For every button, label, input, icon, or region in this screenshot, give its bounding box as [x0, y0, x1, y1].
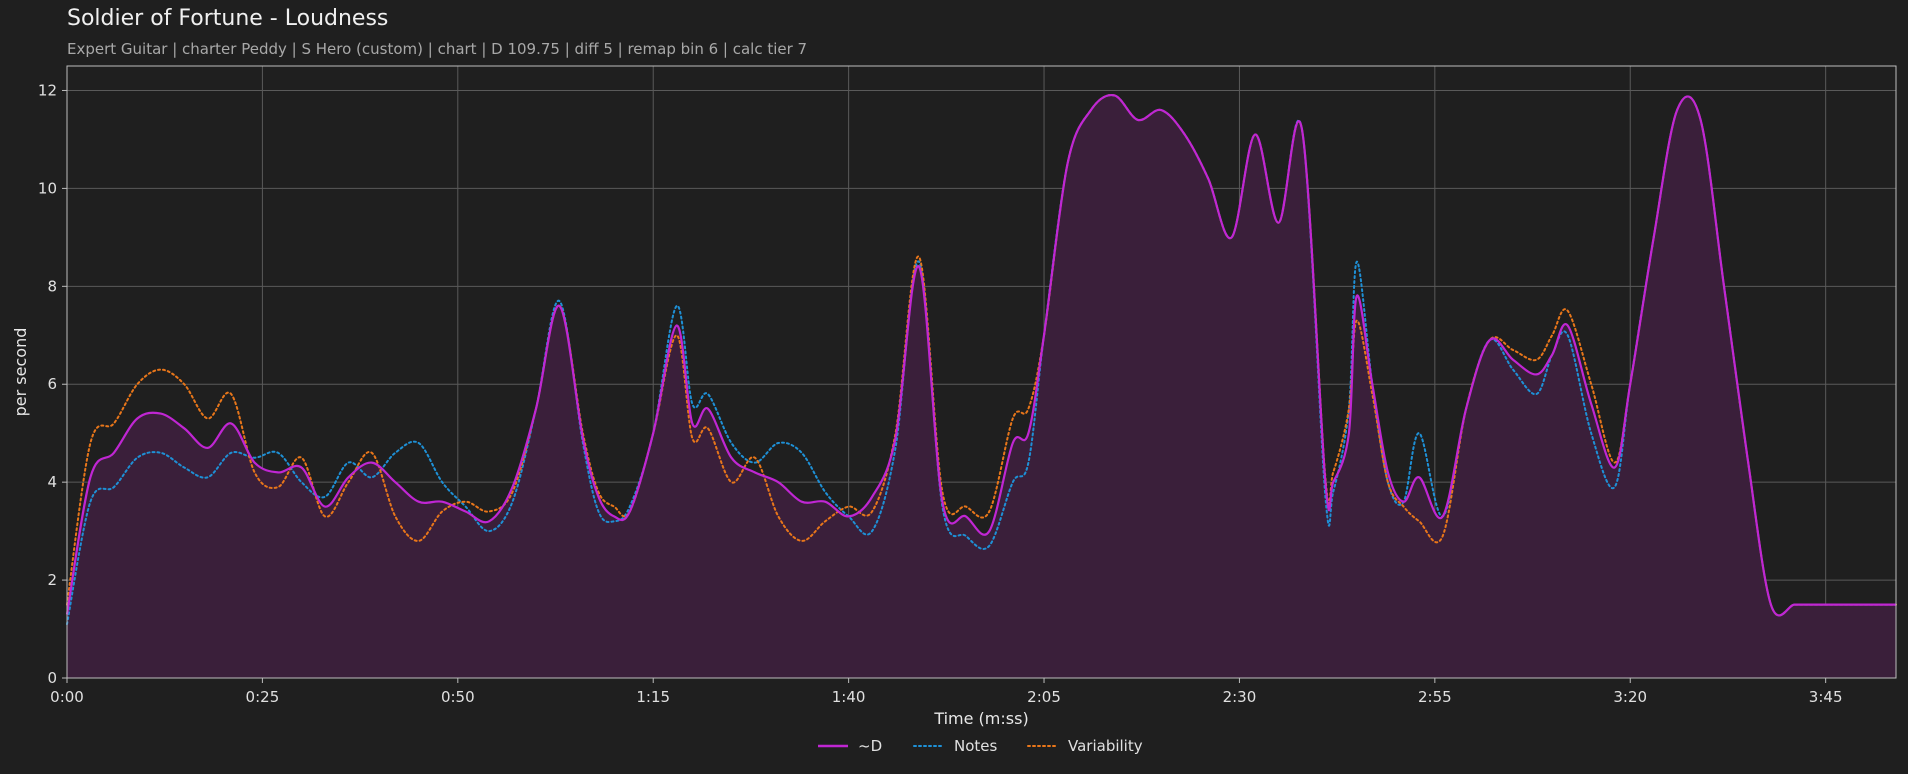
legend-label-2: Variability: [1068, 737, 1143, 755]
x-axis-label: Time (m:ss): [933, 709, 1028, 728]
x-tick-label: 0:00: [50, 688, 84, 706]
area-fill-layer: [67, 95, 1896, 678]
x-tick-label: 0:50: [441, 688, 475, 706]
y-tick-label: 6: [47, 375, 57, 393]
x-tick-label: 2:55: [1418, 688, 1452, 706]
legend-label-0: ~D: [858, 737, 882, 755]
x-tick-label: 2:30: [1223, 688, 1257, 706]
y-tick-label: 0: [47, 669, 57, 687]
legend: ~D Notes Variability: [818, 737, 1143, 755]
x-tick-label: 3:45: [1809, 688, 1843, 706]
y-axis-label: per second: [11, 328, 30, 417]
x-tick-label: 2:05: [1027, 688, 1061, 706]
y-tick-label: 8: [47, 277, 57, 295]
series-area-fill: [67, 95, 1896, 678]
y-tick-label: 12: [38, 81, 57, 99]
x-tick-label: 1:15: [636, 688, 670, 706]
x-tick-label: 3:20: [1613, 688, 1647, 706]
y-tick-label: 4: [47, 473, 57, 491]
y-tick-label: 2: [47, 571, 57, 589]
chart-plot: 0:00 0:25 0:50 1:15 1:40 2:05 2:30 2:55 3:20 3:45…: [11, 65, 1897, 755]
legend-label-1: Notes: [954, 737, 998, 755]
y-tick-label: 10: [38, 179, 57, 197]
x-tick-label: 1:40: [832, 688, 866, 706]
x-tick-label: 0:25: [246, 688, 280, 706]
